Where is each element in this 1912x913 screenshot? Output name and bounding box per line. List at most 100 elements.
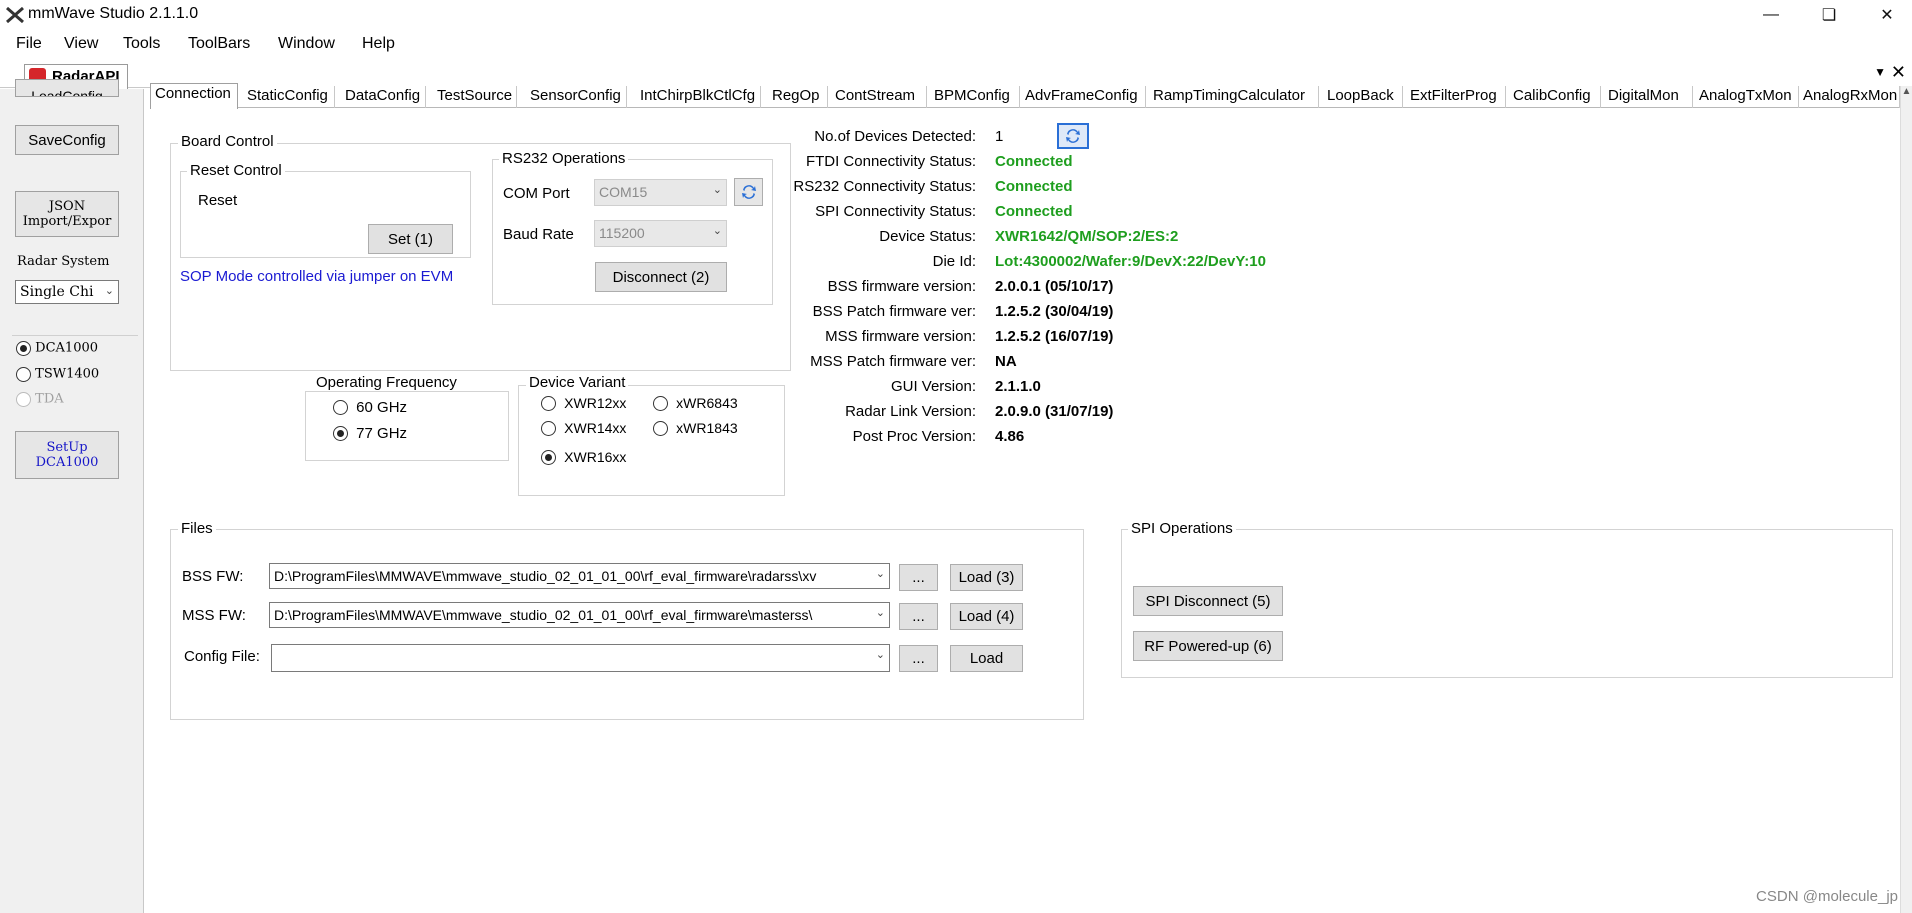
chevron-down-icon: ⌄ (873, 606, 885, 619)
tab-intchirpblkctlcfg[interactable]: IntChirpBlkCtlCfg (628, 86, 761, 108)
radio-indicator (541, 449, 556, 465)
status-value: Connected (995, 178, 1073, 195)
status-label: MSS Patch firmware ver: (810, 353, 976, 370)
radio-60ghz[interactable]: 60 GHz (333, 398, 407, 416)
status-label: Post Proc Version: (852, 428, 976, 445)
status-label: GUI Version: (890, 378, 976, 395)
tab-calibconfig[interactable]: CalibConfig (1507, 86, 1601, 108)
config-file-select[interactable]: ⌄ (271, 644, 890, 672)
tab-analogtxmon[interactable]: AnalogTxMon (1694, 86, 1799, 108)
radio-xwr16xx-label: XWR16xx (564, 449, 627, 466)
tab-connection[interactable]: Connection (150, 83, 238, 109)
radar-system-select[interactable]: Single Chi ⌄ (15, 280, 119, 304)
radio-77ghz[interactable]: 77 GHz (333, 424, 407, 442)
sop-mode-note: SOP Mode controlled via jumper on EVM (180, 268, 454, 285)
refresh-devices-button[interactable] (1057, 123, 1089, 149)
status-value: XWR1642/QM/SOP:2/ES:2 (995, 228, 1179, 245)
reset-label: Reset (198, 192, 238, 209)
menu-view[interactable]: View (64, 35, 98, 53)
close-window-button[interactable]: ✕ (1864, 0, 1910, 30)
json-import-export-button[interactable]: JSON Import/Expor (15, 191, 119, 237)
tab-staticconfig[interactable]: StaticConfig (240, 86, 335, 108)
radio-dca1000[interactable]: DCA1000 (16, 339, 98, 356)
radio-indicator (541, 420, 556, 436)
load-mss-fw-button[interactable]: Load (4) (950, 603, 1023, 630)
minimize-button[interactable]: — (1748, 0, 1794, 30)
status-value: 2.1.1.0 (995, 378, 1041, 395)
tab-regop[interactable]: RegOp (762, 86, 828, 108)
spi-disconnect-button[interactable]: SPI Disconnect (5) (1133, 586, 1283, 616)
radio-xwr6843[interactable]: xWR6843 (653, 394, 738, 411)
tab-sensorconfig[interactable]: SensorConfig (518, 86, 627, 108)
com-port-value: COM15 (599, 184, 648, 200)
mss-fw-browse-button[interactable]: ... (899, 603, 938, 630)
chevron-down-icon: ⌄ (875, 649, 885, 661)
vertical-scrollbar[interactable]: ▲ (1900, 86, 1912, 913)
menu-toolbars[interactable]: ToolBars (188, 35, 250, 53)
radio-tsw1400-label: TSW1400 (35, 366, 100, 382)
radio-xwr14xx[interactable]: XWR14xx (541, 419, 626, 436)
tab-testsource[interactable]: TestSource (427, 86, 517, 108)
tab-loopback[interactable]: LoopBack (1320, 86, 1403, 108)
load-config-file-button[interactable]: Load (950, 645, 1023, 672)
bss-fw-label: BSS FW: (182, 568, 244, 585)
setup-dca1000-button[interactable]: SetUp DCA1000 (15, 431, 119, 479)
watermark: CSDN @molecule_jp (1756, 888, 1898, 905)
baud-rate-value: 115200 (599, 225, 645, 241)
tab-digitalmon[interactable]: DigitalMon (1602, 86, 1693, 108)
tab-analogrxmon[interactable]: AnalogRxMon (1800, 86, 1900, 108)
bss-fw-browse-button[interactable]: ... (899, 564, 938, 591)
radio-indicator (16, 340, 31, 356)
save-config-button[interactable]: SaveConfig (15, 125, 119, 155)
status-value: 1.2.5.2 (30/04/19) (995, 303, 1114, 320)
radio-xwr16xx[interactable]: XWR16xx (541, 448, 626, 465)
scroll-up-icon[interactable]: ▲ (1901, 86, 1912, 97)
tab-advframeconfig[interactable]: AdvFrameConfig (1021, 86, 1146, 108)
radio-xwr12xx[interactable]: XWR12xx (541, 394, 626, 411)
mss-fw-path-select[interactable]: D:\ProgramFiles\MMWAVE\mmwave_studio_02_… (269, 602, 890, 628)
load-config-label: LoadConfig (31, 88, 103, 97)
refresh-icon (1066, 129, 1080, 143)
operating-frequency-title: Operating Frequency (313, 374, 460, 391)
status-label: Device Status: (879, 228, 976, 245)
status-value: 1 (995, 128, 1004, 145)
set-reset-button[interactable]: Set (1) (368, 224, 453, 254)
load-bss-fw-button[interactable]: Load (3) (950, 564, 1023, 591)
menu-window[interactable]: Window (278, 35, 335, 53)
disconnect-rs232-button[interactable]: Disconnect (2) (595, 262, 727, 292)
status-value: NA (995, 353, 1017, 370)
left-panel: LoadConfig SaveConfig JSON Import/Expor … (0, 79, 144, 913)
tab-ramptimingcalculator[interactable]: RampTimingCalculator (1147, 86, 1319, 108)
radio-xwr1843-label: xWR1843 (676, 420, 738, 437)
radio-tsw1400[interactable]: TSW1400 (16, 365, 99, 382)
bss-fw-path-select[interactable]: D:\ProgramFiles\MMWAVE\mmwave_studio_02_… (269, 563, 890, 589)
tab-extfilterprog[interactable]: ExtFilterProg (1404, 86, 1506, 108)
status-value: 4.86 (995, 428, 1025, 445)
config-file-browse-button[interactable]: ... (899, 645, 938, 672)
baud-rate-select[interactable]: 115200 ⌄ (594, 220, 727, 247)
radio-xwr6843-label: xWR6843 (676, 395, 738, 412)
tab-dataconfig[interactable]: DataConfig (336, 86, 426, 108)
status-label: No.of Devices Detected: (814, 128, 976, 145)
rf-powered-up-button[interactable]: RF Powered-up (6) (1133, 631, 1283, 661)
load-config-button[interactable]: LoadConfig (15, 79, 119, 97)
menu-tools[interactable]: Tools (123, 35, 160, 53)
tab-list-dropdown-icon[interactable]: ▼ (1874, 65, 1886, 79)
com-port-select[interactable]: COM15 ⌄ (594, 179, 727, 206)
menu-help[interactable]: Help (362, 35, 395, 53)
status-label: FTDI Connectivity Status: (805, 153, 976, 170)
radar-system-label: Radar System (17, 254, 110, 269)
status-label: BSS firmware version: (827, 278, 976, 295)
rs232-operations-title: RS232 Operations (499, 150, 629, 167)
app-icon (6, 7, 24, 23)
radio-xwr1843[interactable]: xWR1843 (653, 419, 738, 436)
chevron-down-icon: ⌄ (712, 184, 722, 196)
close-document-icon[interactable]: ✕ (1891, 62, 1906, 83)
status-label: RS232 Connectivity Status: (793, 178, 976, 195)
restore-button[interactable]: ❏ (1806, 0, 1852, 30)
menu-file[interactable]: File (16, 35, 42, 53)
tab-bpmconfig[interactable]: BPMConfig (928, 86, 1020, 108)
radio-dca1000-label: DCA1000 (35, 340, 99, 356)
tab-contstream[interactable]: ContStream (829, 86, 927, 108)
radio-indicator (333, 425, 348, 441)
